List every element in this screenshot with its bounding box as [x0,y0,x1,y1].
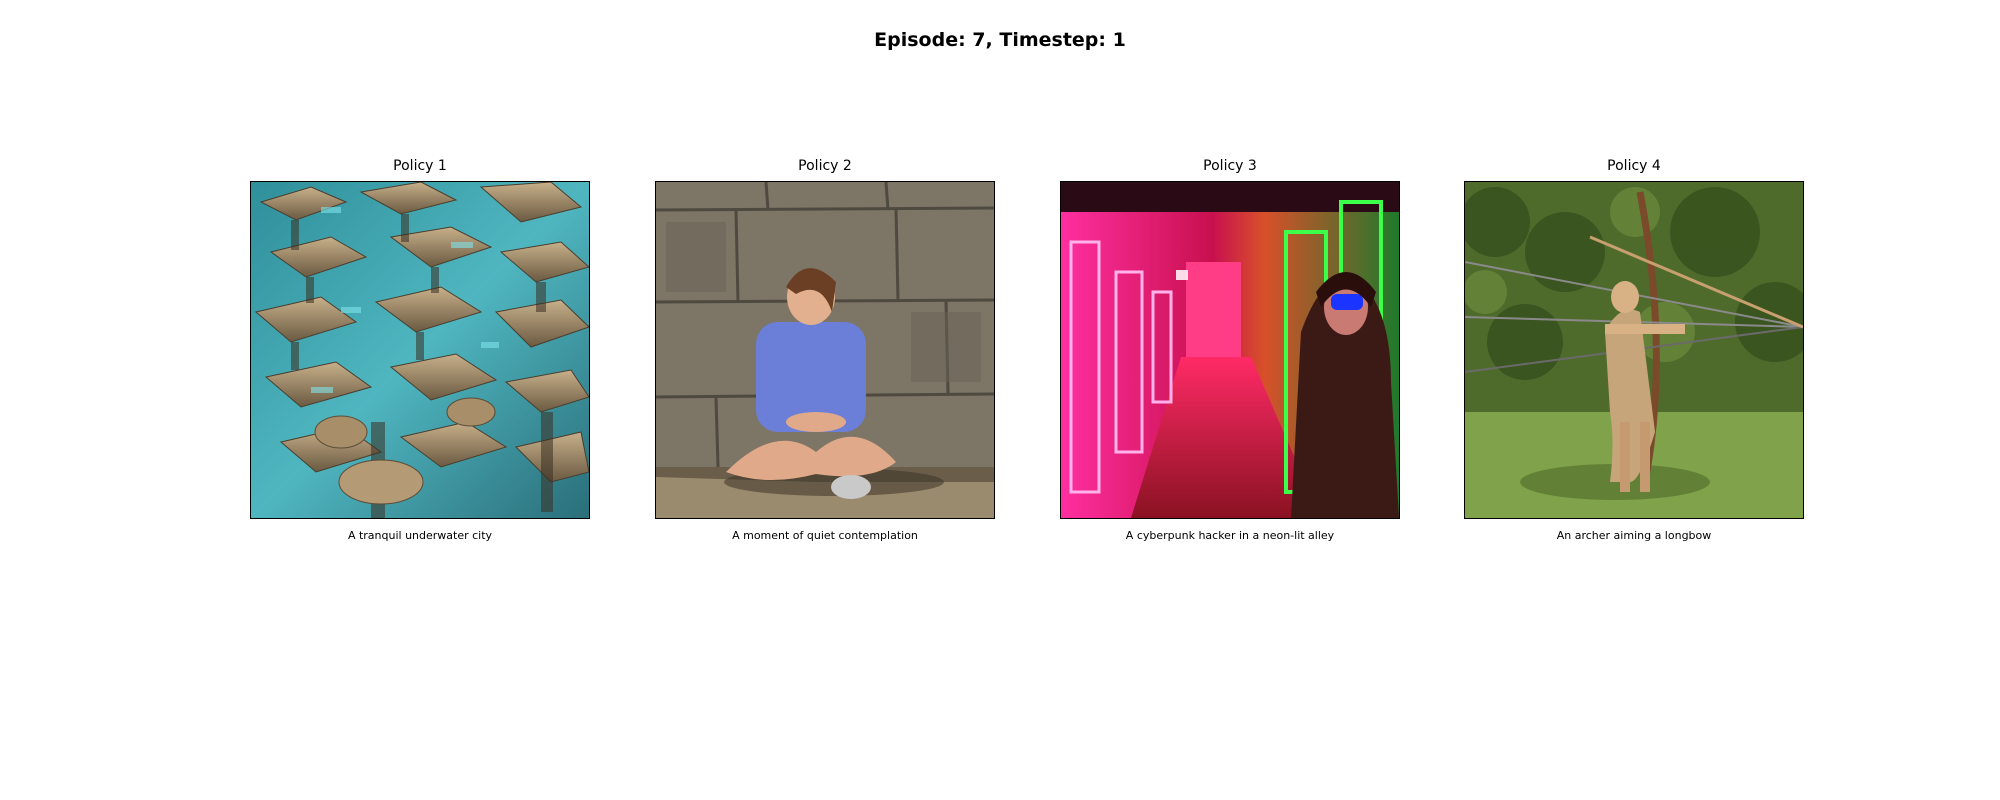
policy-panel-4: Policy 4 An archer aiming a longbow [1464,156,1804,544]
panel-title: Policy 3 [1203,158,1257,174]
archer-image [1464,181,1804,519]
policy-panel-1: Policy 1 A tranquil underwater city [250,156,590,544]
panel-caption: A cyberpunk hacker in a neon-lit alley [1125,529,1335,542]
panel-title: Policy 1 [393,158,447,174]
panel-caption: A moment of quiet contemplation [732,529,918,542]
panel-title: Policy 2 [798,158,852,174]
contemplation-image [655,181,995,519]
policy-panel-2: Policy 2 A moment of quiet contemplation [655,156,995,544]
figure-title: Episode: 7, Timestep: 1 [874,29,1126,51]
panel-title: Policy 4 [1607,158,1661,174]
policy-panel-3: Policy 3 A cyberpunk hacker in a neon-li… [1060,156,1400,544]
underwater-city-image [250,181,590,519]
panel-caption: An archer aiming a longbow [1556,529,1712,542]
cyberpunk-alley-image [1060,181,1400,519]
panel-caption: A tranquil underwater city [347,529,493,542]
